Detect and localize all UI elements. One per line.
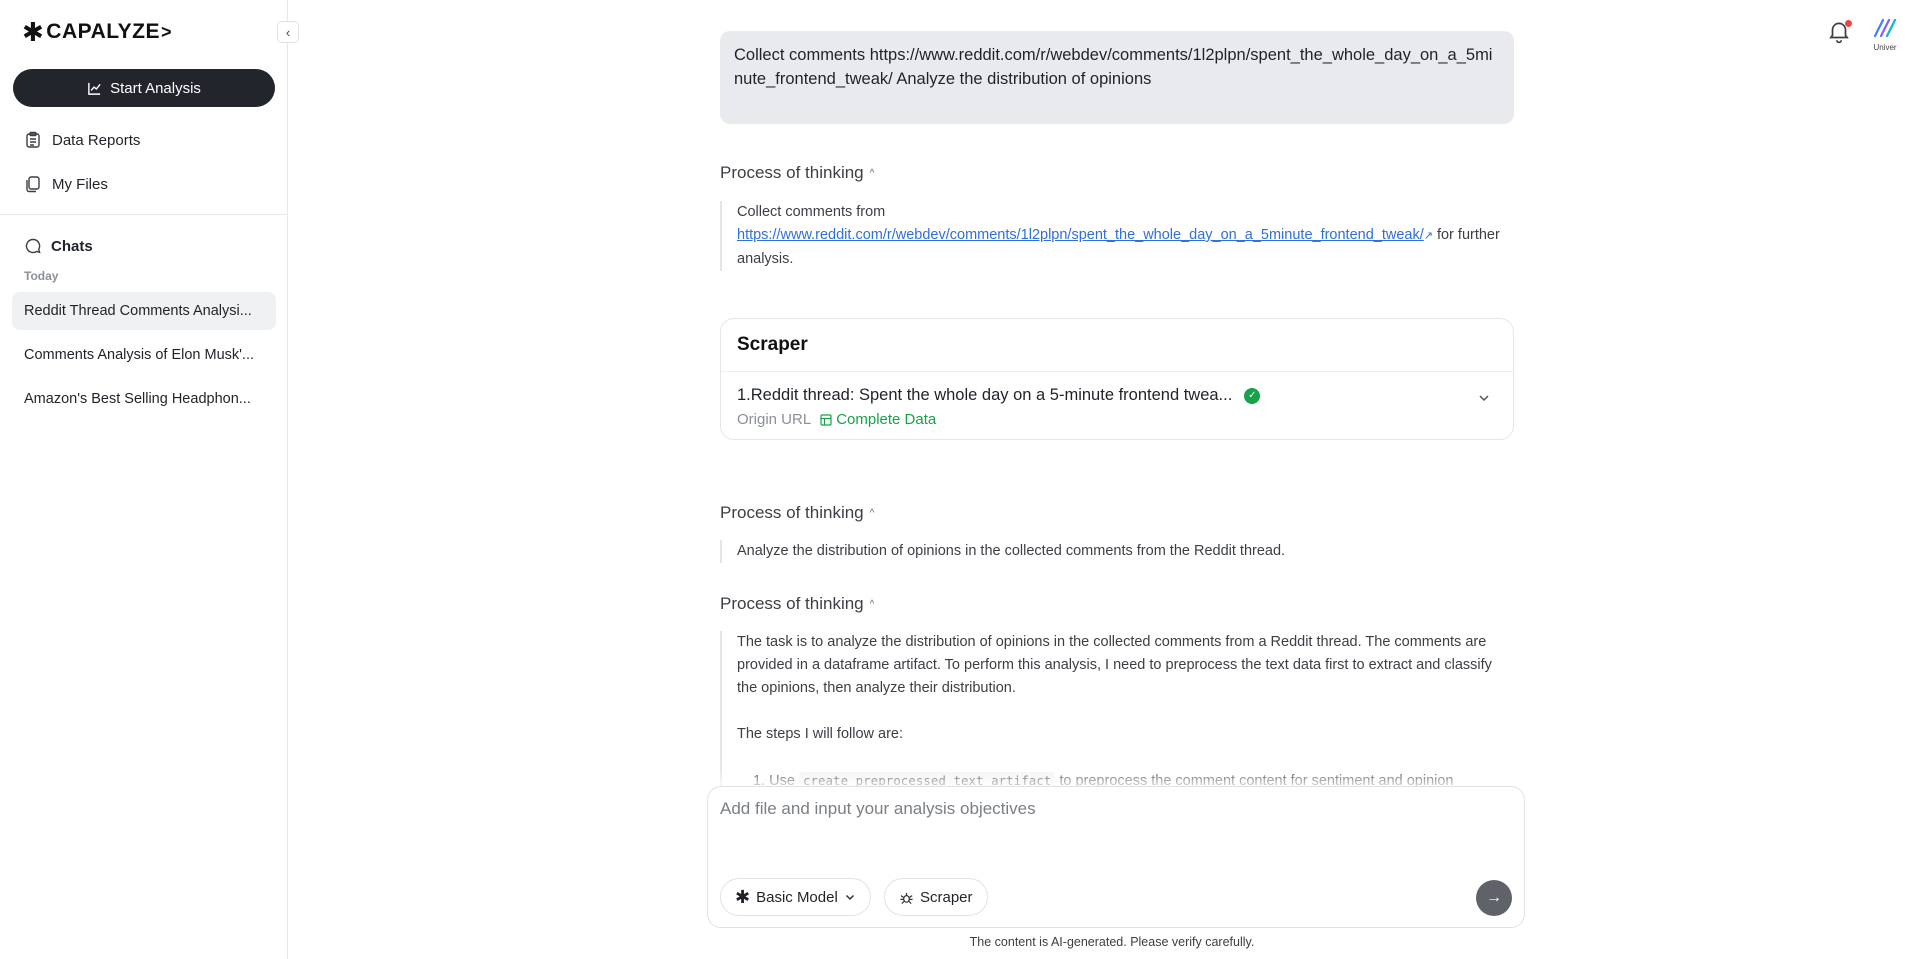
- user-message: Collect comments https://www.reddit.com/…: [720, 31, 1514, 124]
- notification-dot: [1845, 20, 1852, 27]
- chat-bubble-icon: [25, 238, 41, 254]
- thinking-toggle-2[interactable]: Process of thinking ^: [720, 503, 874, 523]
- thinking-body-2: Analyze the distribution of opinions in …: [720, 540, 1514, 563]
- table-icon: [820, 413, 832, 426]
- origin-url-link[interactable]: Origin URL: [737, 411, 811, 428]
- thinking-body-1: Collect comments from https://www.reddit…: [720, 201, 1514, 271]
- chat-item-amazon[interactable]: Amazon's Best Selling Headphon...: [12, 380, 276, 418]
- thinking-toggle-3[interactable]: Process of thinking ^: [720, 594, 874, 614]
- scraper-card: Scraper 1.Reddit thread: Spent the whole…: [720, 318, 1514, 440]
- thinking-title: Process of thinking: [720, 594, 864, 613]
- scraper-tool-label: Scraper: [920, 888, 973, 906]
- chart-line-icon: [88, 82, 101, 95]
- chevron-down-icon: [845, 894, 854, 901]
- step-1-prefix: 1. Use: [753, 773, 795, 786]
- check-circle-icon: ✓: [1244, 387, 1261, 404]
- external-link-icon: ↗: [1423, 230, 1433, 242]
- thinking-title: Process of thinking: [720, 503, 864, 522]
- thinking-body-3: The task is to analyze the distribution …: [720, 631, 1514, 786]
- chat-item-label: Comments Analysis of Elon Musk'...: [24, 347, 255, 363]
- start-analysis-label: Start Analysis: [110, 79, 201, 97]
- scraper-item[interactable]: 1.Reddit thread: Spent the whole day on …: [737, 386, 1261, 405]
- step-1-suffix: to preprocess the comment content for se…: [1059, 773, 1454, 786]
- chats-label: Chats: [51, 237, 93, 255]
- nav-my-files[interactable]: My Files: [24, 175, 108, 193]
- complete-data-link[interactable]: Complete Data: [820, 411, 936, 428]
- univer-brand[interactable]: Univer: [1870, 16, 1900, 52]
- caret-up-icon: ^: [869, 507, 875, 519]
- reddit-link[interactable]: https://www.reddit.com/r/webdev/comments…: [737, 227, 1424, 243]
- scraper-item-title: 1.Reddit thread: Spent the whole day on …: [737, 386, 1233, 404]
- collapse-sidebar-button[interactable]: ‹: [277, 21, 299, 43]
- thinking-3-paragraph: The task is to analyze the distribution …: [737, 634, 1492, 696]
- today-label: Today: [24, 269, 59, 283]
- scraper-meta: Origin URL Complete Data: [737, 411, 936, 428]
- caret-up-icon: ^: [869, 598, 875, 610]
- disclaimer-text: The content is AI-generated. Please veri…: [969, 935, 1255, 949]
- app-root: ✱ CAPALYZE > Start Analysis Data Reports…: [0, 0, 1920, 959]
- clipboard-icon: [26, 131, 40, 148]
- sidebar: ✱ CAPALYZE > Start Analysis Data Reports…: [0, 0, 288, 959]
- composer: Add file and input your analysis objecti…: [707, 786, 1525, 928]
- chat-item-elon[interactable]: Comments Analysis of Elon Musk'...: [12, 336, 276, 374]
- nav-my-files-label: My Files: [52, 175, 108, 193]
- nav-data-reports-label: Data Reports: [52, 131, 141, 149]
- complete-data-label: Complete Data: [836, 411, 937, 428]
- app-logo[interactable]: ✱ CAPALYZE >: [22, 17, 172, 47]
- brand-label: Univer: [1873, 43, 1897, 52]
- model-label: Basic Model: [756, 888, 838, 906]
- thinking-toggle-1[interactable]: Process of thinking ^: [720, 163, 874, 183]
- logo-chevron-icon: >: [160, 21, 172, 42]
- thinking-1-prefix: Collect comments from: [737, 204, 886, 220]
- scraper-title: Scraper: [737, 334, 808, 355]
- thinking-title: Process of thinking: [720, 163, 864, 182]
- thinking-3-step-1: 1. Use create_preprocessed_text_artifact…: [737, 769, 1514, 786]
- chevron-left-icon: ‹: [285, 24, 291, 40]
- files-icon: [26, 176, 40, 193]
- chat-item-reddit[interactable]: Reddit Thread Comments Analysi...: [12, 292, 276, 330]
- logo-text: CAPALYZE: [46, 20, 160, 43]
- arrow-right-icon: →: [1486, 889, 1502, 906]
- chat-item-label: Amazon's Best Selling Headphon...: [24, 391, 251, 407]
- asterisk-logo-icon: ✱: [22, 17, 45, 47]
- objective-input[interactable]: Add file and input your analysis objecti…: [720, 799, 1036, 819]
- scraper-tool-button[interactable]: Scraper: [884, 878, 988, 916]
- nav-data-reports[interactable]: Data Reports: [24, 131, 140, 149]
- model-select[interactable]: ✱ Basic Model: [720, 878, 871, 916]
- send-button[interactable]: →: [1476, 880, 1512, 916]
- univer-logo-icon: [1873, 18, 1897, 38]
- chat-item-label: Reddit Thread Comments Analysi...: [24, 303, 252, 319]
- start-analysis-button[interactable]: Start Analysis: [13, 69, 275, 107]
- ai-disclaimer: The content is AI-generated. Please veri…: [0, 935, 1920, 949]
- step-1-code: create_preprocessed_text_artifact: [798, 772, 1056, 786]
- thinking-3-steps-intro: The steps I will follow are:: [737, 726, 904, 742]
- spider-icon: [900, 892, 913, 904]
- thinking-2-text: Analyze the distribution of opinions in …: [737, 543, 1286, 559]
- asterisk-icon: ✱: [735, 886, 751, 907]
- scraper-divider: [721, 371, 1513, 372]
- sidebar-divider: [0, 214, 288, 215]
- chats-header: Chats: [24, 237, 93, 255]
- caret-up-icon: ^: [869, 167, 875, 179]
- chevron-down-icon[interactable]: [1477, 391, 1491, 405]
